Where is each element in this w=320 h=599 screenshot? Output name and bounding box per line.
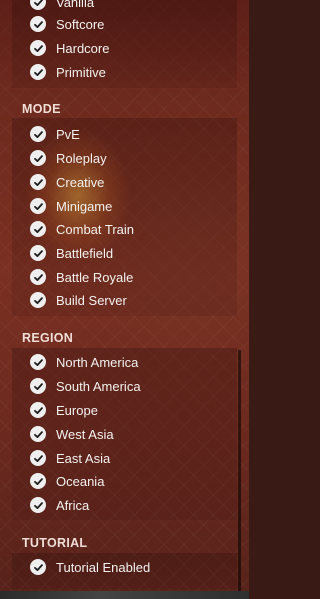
check-icon: [30, 497, 46, 513]
check-icon: [30, 126, 46, 142]
section-header-region: REGION: [22, 331, 74, 345]
filter-item[interactable]: Roleplay: [30, 148, 230, 168]
filter-item-label: Build Server: [56, 292, 127, 308]
filter-item-label: Africa: [56, 497, 90, 513]
check-icon: [30, 150, 46, 166]
filter-item-label: Vanilla: [56, 0, 95, 10]
filter-item[interactable]: Hardcore: [30, 38, 230, 58]
filter-item-label: Creative: [56, 174, 105, 190]
check-icon: [30, 426, 46, 442]
check-icon: [30, 221, 46, 237]
scrollbar[interactable]: [238, 350, 241, 599]
filter-item[interactable]: Combat Train: [30, 219, 230, 239]
check-icon: [30, 269, 46, 285]
filter-item[interactable]: East Asia: [30, 448, 230, 468]
filter-item-label: Tutorial Enabled: [56, 559, 151, 575]
filter-item[interactable]: South America: [30, 376, 230, 396]
check-icon: [30, 174, 46, 190]
filter-item-label: Europe: [56, 402, 98, 418]
filter-item[interactable]: Creative: [30, 172, 230, 192]
filter-item[interactable]: Tutorial Enabled: [30, 557, 230, 577]
filter-item-label: North America: [56, 354, 139, 370]
check-icon: [30, 0, 46, 10]
filter-item-label: Oceania: [56, 473, 105, 489]
filter-item[interactable]: Build Server: [30, 290, 230, 310]
filter-item-label: Hardcore: [56, 40, 110, 56]
filter-item[interactable]: Vanilla: [30, 0, 230, 12]
filter-item-label: Primitive: [56, 64, 106, 80]
filter-item[interactable]: West Asia: [30, 424, 230, 444]
filter-item-label: PvE: [56, 126, 80, 142]
section-header-mode: MODE: [22, 102, 61, 116]
filter-item[interactable]: Africa: [30, 495, 230, 515]
filter-item-label: South America: [56, 378, 141, 394]
filter-item[interactable]: Oceania: [30, 471, 230, 491]
check-icon: [30, 40, 46, 56]
check-icon: [30, 450, 46, 466]
filter-item[interactable]: Europe: [30, 400, 230, 420]
check-icon: [30, 198, 46, 214]
filter-item[interactable]: Minigame: [30, 196, 230, 216]
filter-item-label: Battlefield: [56, 245, 114, 261]
filter-item-label: Combat Train: [56, 221, 135, 237]
check-icon: [30, 16, 46, 32]
filter-panel: Vanilla Softcore Hardcore Primitive MODE…: [0, 0, 249, 599]
check-icon: [30, 245, 46, 261]
section-header-tutorial: TUTORIAL: [22, 536, 88, 550]
filter-item-label: Minigame: [56, 198, 113, 214]
filter-item-label: Roleplay: [56, 150, 107, 166]
check-icon: [30, 559, 46, 575]
filter-item-label: West Asia: [56, 426, 114, 442]
check-icon: [30, 378, 46, 394]
check-icon: [30, 292, 46, 308]
filter-item[interactable]: Battlefield: [30, 243, 230, 263]
filter-item[interactable]: Battle Royale: [30, 267, 230, 287]
filter-item[interactable]: North America: [30, 352, 230, 372]
filter-item-label: Battle Royale: [56, 269, 134, 285]
filter-item-label: East Asia: [56, 450, 111, 466]
check-icon: [30, 402, 46, 418]
filter-item[interactable]: Primitive: [30, 62, 230, 82]
filter-item[interactable]: Softcore: [30, 14, 230, 34]
filter-item-label: Softcore: [56, 16, 105, 32]
check-icon: [30, 354, 46, 370]
filter-item[interactable]: PvE: [30, 124, 230, 144]
check-icon: [30, 473, 46, 489]
bottom-strip: [0, 591, 249, 599]
check-icon: [30, 64, 46, 80]
